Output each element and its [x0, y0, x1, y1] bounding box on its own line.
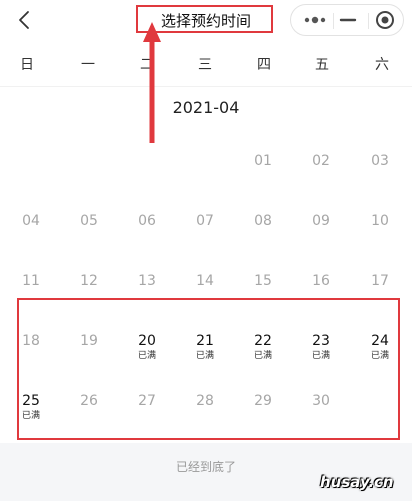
calendar-day-05: 05: [65, 212, 113, 260]
weekday-mon: 一: [81, 57, 95, 73]
day-number: 07: [196, 213, 214, 229]
weekday-sun: 日: [20, 57, 34, 73]
minimize-icon[interactable]: [328, 5, 368, 35]
calendar-day-07: 07: [181, 212, 229, 260]
weekday-tue: 二: [140, 57, 154, 73]
day-number: 17: [371, 273, 389, 289]
footer: 已经到底了: [0, 443, 412, 501]
day-number: 02: [312, 153, 330, 169]
day-number: 06: [138, 213, 156, 229]
mini-program-capsule: [290, 4, 404, 36]
calendar-day-03: 03: [356, 152, 404, 200]
day-number: 14: [196, 273, 214, 289]
day-number: 10: [371, 213, 389, 229]
title-highlight-box: [136, 5, 273, 33]
calendar-day-09: 09: [297, 212, 345, 260]
weekday-fri: 五: [315, 57, 329, 73]
day-number: 05: [80, 213, 98, 229]
calendar-day-02: 02: [297, 152, 345, 200]
close-target-icon[interactable]: [365, 5, 405, 35]
calendar-day-10: 10: [356, 212, 404, 260]
dates-highlight-box: [17, 298, 400, 440]
weekday-thu: 四: [257, 57, 271, 73]
day-number: 13: [138, 273, 156, 289]
day-number: 08: [254, 213, 272, 229]
day-number: 09: [312, 213, 330, 229]
calendar-day-08: 08: [239, 212, 287, 260]
day-number: 15: [254, 273, 272, 289]
day-number: 12: [80, 273, 98, 289]
month-title: 2021-04: [172, 98, 240, 117]
calendar-day-04: 04: [7, 212, 55, 260]
day-number: 04: [22, 213, 40, 229]
weekday-sat: 六: [375, 57, 389, 73]
header-divider: [0, 86, 412, 87]
calendar-day-06: 06: [123, 212, 171, 260]
day-number: 11: [22, 273, 40, 289]
calendar-day-01: 01: [239, 152, 287, 200]
day-number: 03: [371, 153, 389, 169]
watermark-logo: husay.cn: [320, 473, 394, 491]
weekday-wed: 三: [198, 57, 212, 73]
day-number: 01: [254, 153, 272, 169]
day-number: 16: [312, 273, 330, 289]
weekday-header: 日 一 二 三 四 五 六: [0, 44, 412, 84]
